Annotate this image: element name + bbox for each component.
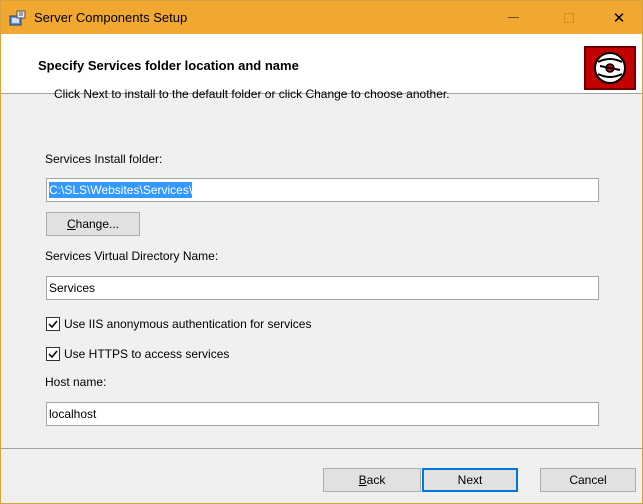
change-button[interactable]: Change... <box>46 212 140 236</box>
iis-anon-checkbox-row[interactable]: Use IIS anonymous authentication for ser… <box>46 317 311 331</box>
back-accel: B <box>358 473 367 487</box>
check-icon <box>48 350 58 359</box>
window-title: Server Components Setup <box>34 10 188 25</box>
cancel-label: Cancel <box>569 473 607 487</box>
close-button[interactable]: ✕ <box>596 1 642 34</box>
page-subtitle: Click Next to install to the default fol… <box>54 87 450 101</box>
maximize-icon <box>564 12 574 23</box>
back-label: ack <box>366 473 386 487</box>
page-title: Specify Services folder location and nam… <box>38 58 299 73</box>
install-folder-value: C:\SLS\Websites\Services\ <box>49 182 193 198</box>
host-label: Host name: <box>45 375 107 389</box>
minimize-icon <box>507 17 519 18</box>
installer-icon <box>9 9 27 27</box>
maximize-button[interactable] <box>546 1 592 34</box>
install-folder-field[interactable]: C:\SLS\Websites\Services\ <box>46 178 599 202</box>
minimize-button[interactable] <box>490 1 536 34</box>
next-label: Next <box>457 473 483 487</box>
iis-anon-checkbox[interactable] <box>46 317 60 331</box>
title-bar[interactable]: Server Components Setup ✕ <box>1 1 642 34</box>
disc-icon <box>584 46 636 90</box>
vdir-field[interactable]: Services <box>46 276 599 300</box>
close-icon: ✕ <box>612 9 626 27</box>
install-folder-label: Services Install folder: <box>45 152 163 166</box>
next-button[interactable]: Next <box>422 468 518 492</box>
cancel-button[interactable]: Cancel <box>540 468 636 492</box>
change-label: hange... <box>75 217 120 231</box>
check-icon <box>48 320 58 329</box>
https-label: Use HTTPS to access services <box>64 347 230 361</box>
host-field[interactable]: localhost <box>46 402 599 426</box>
back-button[interactable]: Back <box>323 468 421 492</box>
iis-anon-label: Use IIS anonymous authentication for ser… <box>64 317 312 331</box>
setup-window: Server Components Setup ✕ Specify Servic… <box>0 0 643 504</box>
header-banner: Specify Services folder location and nam… <box>1 34 642 101</box>
https-checkbox[interactable] <box>46 347 60 361</box>
host-value: localhost <box>49 407 97 421</box>
change-accel: C <box>66 217 76 231</box>
vdir-value: Services <box>49 281 96 295</box>
https-checkbox-row[interactable]: Use HTTPS to access services <box>46 347 229 361</box>
vdir-label: Services Virtual Directory Name: <box>45 249 219 263</box>
